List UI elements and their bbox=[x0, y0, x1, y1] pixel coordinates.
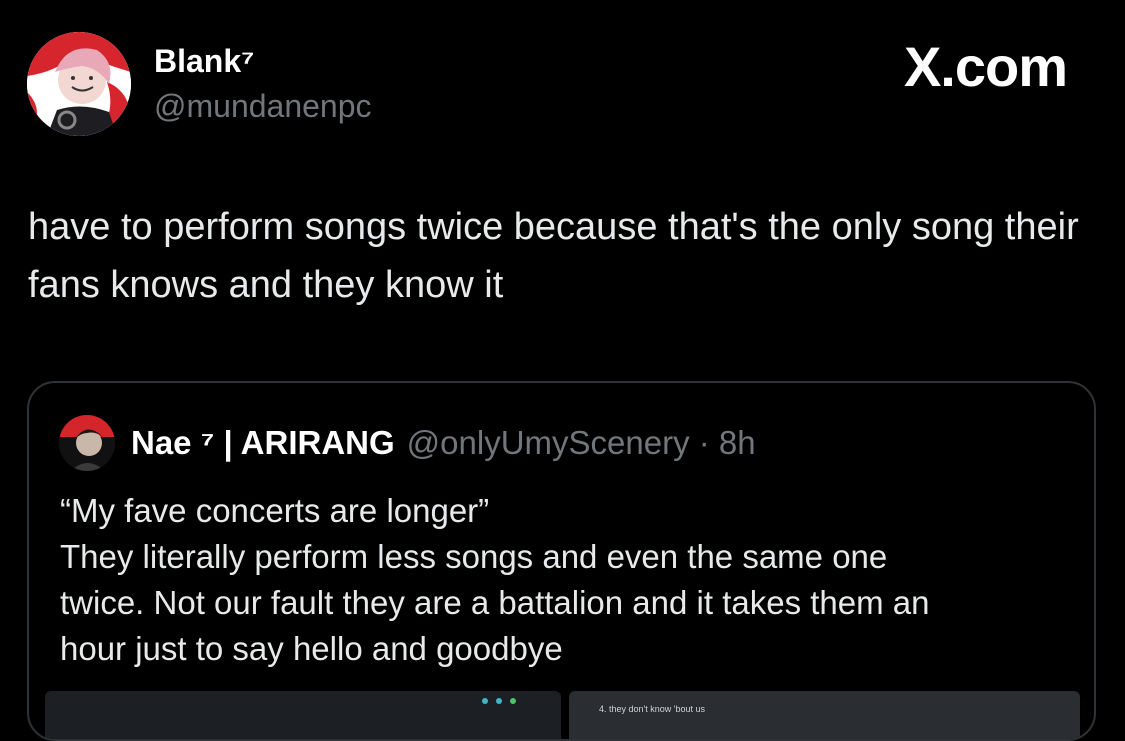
quoted-tweet-line: “My fave concerts are longer” bbox=[60, 492, 490, 529]
quoted-author-handle-time[interactable]: @onlyUmyScenery · 8h bbox=[407, 424, 756, 461]
quoted-tweet-line: twice. Not our fault they are a battalio… bbox=[60, 584, 930, 621]
media-thumbnail-right[interactable]: 4. they don't know 'bout us bbox=[569, 691, 1080, 739]
media-dots-icon bbox=[482, 698, 516, 704]
quoted-tweet-card[interactable]: Nae ⁷ | ARIRANG @onlyUmyScenery · 8h “My … bbox=[27, 381, 1096, 741]
quoted-author-avatar[interactable] bbox=[59, 415, 115, 471]
quoted-author-name[interactable]: Nae ⁷ | ARIRANG bbox=[131, 424, 395, 461]
author-display-name[interactable]: Blank⁷ bbox=[154, 41, 254, 81]
media-thumbnail-left[interactable] bbox=[45, 691, 561, 739]
media-caption: 4. they don't know 'bout us bbox=[599, 704, 706, 714]
quoted-tweet-text: “My fave concerts are longer” They liter… bbox=[60, 488, 1080, 672]
x-logo-watermark: X.com bbox=[903, 35, 1068, 98]
quoted-tweet-header: Nae ⁷ | ARIRANG @onlyUmyScenery · 8h bbox=[131, 423, 756, 463]
avatar-illustration-icon bbox=[27, 32, 131, 136]
quoted-media-strip[interactable]: 4. they don't know 'bout us bbox=[45, 691, 1080, 739]
author-handle[interactable]: @mundanenpc bbox=[154, 86, 372, 126]
avatar-photo-icon bbox=[59, 415, 115, 471]
quoted-tweet-line: They literally perform less songs and ev… bbox=[60, 538, 888, 575]
author-avatar[interactable] bbox=[27, 32, 131, 136]
quoted-tweet-line: hour just to say hello and goodbye bbox=[60, 630, 563, 667]
tweet-text: have to perform songs twice because that… bbox=[28, 206, 1079, 306]
